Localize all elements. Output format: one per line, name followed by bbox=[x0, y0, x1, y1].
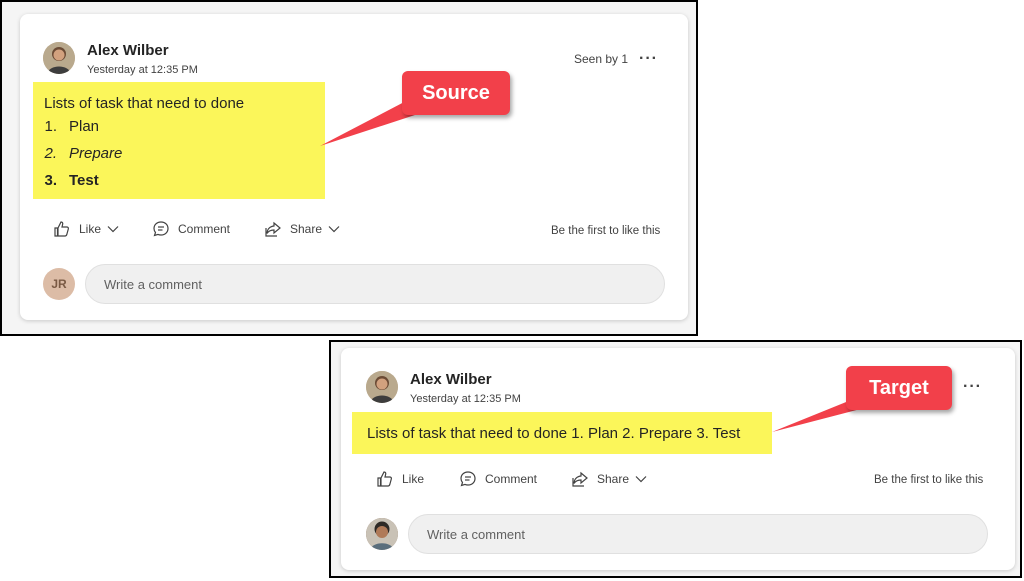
comment-icon bbox=[153, 221, 169, 237]
source-callout: Source bbox=[402, 71, 510, 115]
list-text: Test bbox=[69, 172, 99, 189]
comment-label: Comment bbox=[178, 222, 231, 236]
comment-icon bbox=[460, 471, 476, 487]
post-intro-text: Lists of task that need to done bbox=[44, 95, 245, 112]
post-timestamp[interactable]: Yesterday at 12:35 PM bbox=[410, 393, 521, 405]
person-photo-icon bbox=[366, 518, 398, 550]
author-name[interactable]: Alex Wilber bbox=[87, 42, 169, 59]
first-like-text: Be the first to like this bbox=[874, 474, 984, 486]
like-button[interactable]: Like bbox=[53, 220, 119, 238]
comment-button[interactable]: Comment bbox=[152, 220, 230, 238]
share-icon bbox=[572, 471, 588, 487]
commenter-avatar: JR bbox=[43, 268, 75, 300]
author-avatar[interactable] bbox=[43, 42, 75, 74]
share-button[interactable]: Share bbox=[571, 470, 647, 488]
seen-by-count[interactable]: Seen by 1 bbox=[574, 52, 628, 66]
comment-button[interactable]: Comment bbox=[459, 470, 537, 488]
share-label: Share bbox=[597, 472, 630, 486]
post-body-text: Lists of task that need to done 1. Plan … bbox=[367, 425, 741, 442]
post-body-highlight: Lists of task that need to done 1. Plan 2… bbox=[33, 82, 325, 199]
thumbs-up-icon bbox=[377, 471, 392, 487]
list-number: 3. bbox=[44, 172, 57, 189]
thumbs-up-icon bbox=[54, 221, 69, 237]
more-options-button[interactable]: ··· bbox=[963, 379, 982, 395]
list-item: 2. Prepare bbox=[33, 145, 122, 162]
target-callout: Target bbox=[846, 366, 952, 410]
more-options-button[interactable]: ··· bbox=[639, 51, 658, 67]
source-post-card: Alex Wilber Yesterday at 12:35 PM Seen b… bbox=[20, 14, 688, 320]
list-item: 1. Plan bbox=[33, 118, 99, 135]
chevron-down-icon bbox=[107, 226, 119, 233]
post-timestamp[interactable]: Yesterday at 12:35 PM bbox=[87, 64, 198, 76]
person-photo-icon bbox=[366, 371, 398, 403]
chevron-down-icon bbox=[328, 226, 340, 233]
list-item: 3. Test bbox=[33, 172, 99, 189]
like-button[interactable]: Like bbox=[376, 470, 424, 488]
like-label: Like bbox=[79, 222, 102, 236]
person-photo-icon bbox=[43, 42, 75, 74]
source-panel: Alex Wilber Yesterday at 12:35 PM Seen b… bbox=[0, 0, 698, 336]
share-icon bbox=[265, 221, 281, 237]
share-label: Share bbox=[290, 222, 323, 236]
first-like-text: Be the first to like this bbox=[551, 225, 661, 237]
chevron-down-icon bbox=[635, 476, 647, 483]
list-text: Prepare bbox=[69, 145, 123, 162]
author-name[interactable]: Alex Wilber bbox=[410, 371, 492, 388]
list-number: 2. bbox=[44, 145, 57, 162]
comment-input[interactable]: Write a comment bbox=[85, 264, 665, 304]
comment-input[interactable]: Write a comment bbox=[408, 514, 988, 554]
commenter-avatar bbox=[366, 518, 398, 550]
author-avatar[interactable] bbox=[366, 371, 398, 403]
comment-label: Comment bbox=[485, 472, 538, 486]
like-label: Like bbox=[402, 472, 425, 486]
list-text: Plan bbox=[69, 118, 100, 135]
share-button[interactable]: Share bbox=[264, 220, 340, 238]
list-number: 1. bbox=[44, 118, 57, 135]
post-body-highlight: Lists of task that need to done 1. Plan … bbox=[352, 412, 772, 454]
